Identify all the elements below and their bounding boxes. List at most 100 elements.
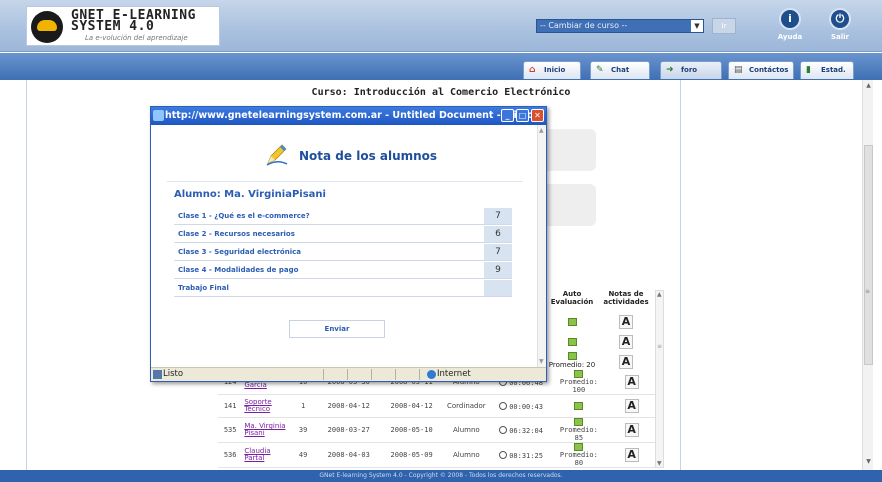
row-time-text: 06:32:04 — [509, 426, 543, 435]
row-date-start: 2008-04-12 — [317, 394, 381, 418]
pencil-icon — [266, 144, 288, 166]
row-time: 08:31:25 — [489, 442, 553, 468]
stats-icon: ▮ — [806, 65, 811, 75]
status-divider — [371, 369, 372, 380]
popup-scroll-up-icon[interactable]: ▲ — [539, 127, 544, 134]
tab-bar: ⌂ Inicio ✎ Chat ➜ foro ▤ Contáctos ▮ Est… — [0, 53, 882, 80]
status-divider — [323, 369, 324, 380]
grades-icon[interactable]: A — [624, 399, 639, 413]
row-auto-eval — [552, 394, 606, 418]
close-icon[interactable]: ✕ — [531, 109, 544, 122]
row-id: 536 — [218, 442, 243, 468]
logo-emblem-icon — [31, 11, 63, 43]
grades-icon[interactable]: A — [624, 448, 639, 462]
student-name-link[interactable]: Claudia Partal — [242, 442, 289, 468]
ir-button[interactable]: Ir — [712, 18, 736, 34]
row-date-end: 2008-05-09 — [380, 442, 444, 468]
grade-value[interactable]: 6 — [484, 226, 512, 242]
popup-titlebar[interactable]: http://www.gnetelearningsystem.com.ar - … — [151, 107, 546, 125]
student-name-link-text[interactable]: Claudia Partal — [244, 447, 270, 462]
row-role-text: Cordinador — [447, 402, 486, 410]
row-date-end: 2008-04-12 — [380, 394, 444, 418]
enviar-button[interactable]: Enviar — [289, 320, 385, 338]
student-name-link-text[interactable]: Ma. Virginia Pisani — [244, 422, 285, 437]
row-date-start: 2008-04-03 — [317, 442, 381, 468]
minimize-icon[interactable]: _ — [501, 109, 514, 122]
row-id: 535 — [218, 417, 243, 443]
tab-estad[interactable]: ▮ Estad. — [800, 61, 854, 79]
grade-value[interactable]: 9 — [484, 262, 512, 278]
tab-foro[interactable]: ➜ foro — [660, 61, 722, 79]
grades-icon[interactable]: A — [619, 335, 633, 349]
page-scrollbar[interactable]: ▲ ≡ ▼ — [862, 80, 873, 470]
table-scrollbar[interactable]: ▲ ≡ ▼ — [655, 290, 664, 468]
auto-eval-icon[interactable] — [574, 370, 584, 378]
auto-eval-icon[interactable] — [567, 338, 577, 346]
help-button[interactable]: i Ayuda — [772, 8, 808, 41]
row-date-end-text: 2008-05-09 — [390, 451, 433, 459]
row-date-start: 2008-03-27 — [317, 417, 381, 443]
student-name-link-text[interactable]: Soporte Técnico — [244, 398, 271, 413]
student-name-link[interactable]: Soporte Técnico — [242, 394, 289, 418]
auto-eval-icon[interactable] — [567, 318, 577, 326]
grade-value[interactable]: 7 — [484, 208, 512, 224]
chevron-down-icon[interactable]: ▼ — [691, 20, 703, 32]
clock-icon — [499, 450, 508, 459]
scrollbar-thumb[interactable] — [864, 145, 873, 365]
grades-icon[interactable]: A — [619, 355, 633, 369]
popup-scrollbar[interactable]: ▲ ▼ — [537, 125, 546, 367]
tab-inicio[interactable]: ⌂ Inicio — [523, 61, 581, 79]
course-select-value: -- Cambiar de curso -- — [540, 21, 628, 30]
chat-icon: ✎ — [596, 65, 604, 75]
auto-eval-icon[interactable] — [574, 402, 584, 410]
grades-icon[interactable]: A — [624, 423, 639, 437]
tab-chat[interactable]: ✎ Chat — [590, 61, 650, 79]
row-role: Alumno — [443, 417, 490, 443]
grades-icon[interactable]: A — [624, 375, 639, 389]
row-count: 39 — [288, 417, 318, 443]
grades-popup-window: http://www.gnetelearningsystem.com.ar - … — [150, 106, 547, 382]
student-name-link[interactable]: Ma. Virginia Pisani — [242, 417, 289, 443]
grade-value[interactable]: 7 — [484, 244, 512, 260]
scroll-grip-icon: ≡ — [865, 288, 871, 295]
auto-eval-icon[interactable] — [574, 418, 584, 426]
table-scroll-down-icon[interactable]: ▼ — [657, 460, 662, 467]
row-time: 00:00:43 — [489, 394, 553, 418]
grade-label: Clase 2 - Recursos necesarios — [178, 230, 295, 238]
scroll-down-icon[interactable]: ▼ — [863, 458, 874, 468]
course-select[interactable]: -- Cambiar de curso -- ▼ — [536, 19, 704, 33]
row-date-end: 2008-05-10 — [380, 417, 444, 443]
popup-heading: Nota de los alumnos — [299, 149, 438, 163]
promedio-text: Promedio: 20 — [548, 361, 596, 369]
grade-row: Trabajo Final — [174, 279, 512, 297]
logo: GNET E-LEARNING SYSTEM 4.0 La e-volución… — [26, 6, 220, 46]
row-role: Alumno — [443, 442, 490, 468]
power-icon: ⏻ — [829, 8, 851, 30]
scroll-up-icon[interactable]: ▲ — [863, 82, 874, 92]
page-icon — [153, 370, 162, 379]
clock-icon — [499, 425, 508, 434]
tab-contactos[interactable]: ▤ Contáctos — [728, 61, 794, 79]
home-icon: ⌂ — [529, 65, 536, 75]
row-id-text: 536 — [223, 451, 237, 459]
table-scroll-up-icon[interactable]: ▲ — [657, 291, 662, 298]
popup-scroll-down-icon[interactable]: ▼ — [539, 358, 544, 365]
row-notas: A — [605, 370, 658, 395]
maximize-icon[interactable]: □ — [516, 109, 529, 122]
row-auto-eval: Promedio: 80 — [552, 442, 606, 468]
logout-button[interactable]: ⏻ Salir — [822, 8, 858, 41]
grade-row: Clase 3 - Seguridad electrónica 7 — [174, 243, 512, 261]
grade-value[interactable] — [484, 280, 512, 296]
grade-row: Clase 1 - ¿Qué es el e-commerce? 7 — [174, 207, 512, 225]
tab-contactos-label: Contáctos — [749, 66, 789, 74]
row-auto-eval-text: Promedio: 100 — [559, 378, 598, 394]
grades-icon[interactable]: A — [619, 315, 633, 329]
contacts-icon: ▤ — [734, 65, 743, 75]
row-role-text: Alumno — [452, 451, 480, 459]
auto-eval-icon[interactable] — [567, 352, 577, 360]
row-time-text: 00:00:43 — [509, 402, 543, 411]
auto-eval-icon[interactable] — [574, 443, 584, 451]
auto-eval-header: Auto Evaluación — [550, 290, 594, 306]
course-title: Curso: Introducción al Comercio Electrón… — [311, 87, 571, 98]
table-scroll-grip-icon: ≡ — [657, 343, 663, 350]
